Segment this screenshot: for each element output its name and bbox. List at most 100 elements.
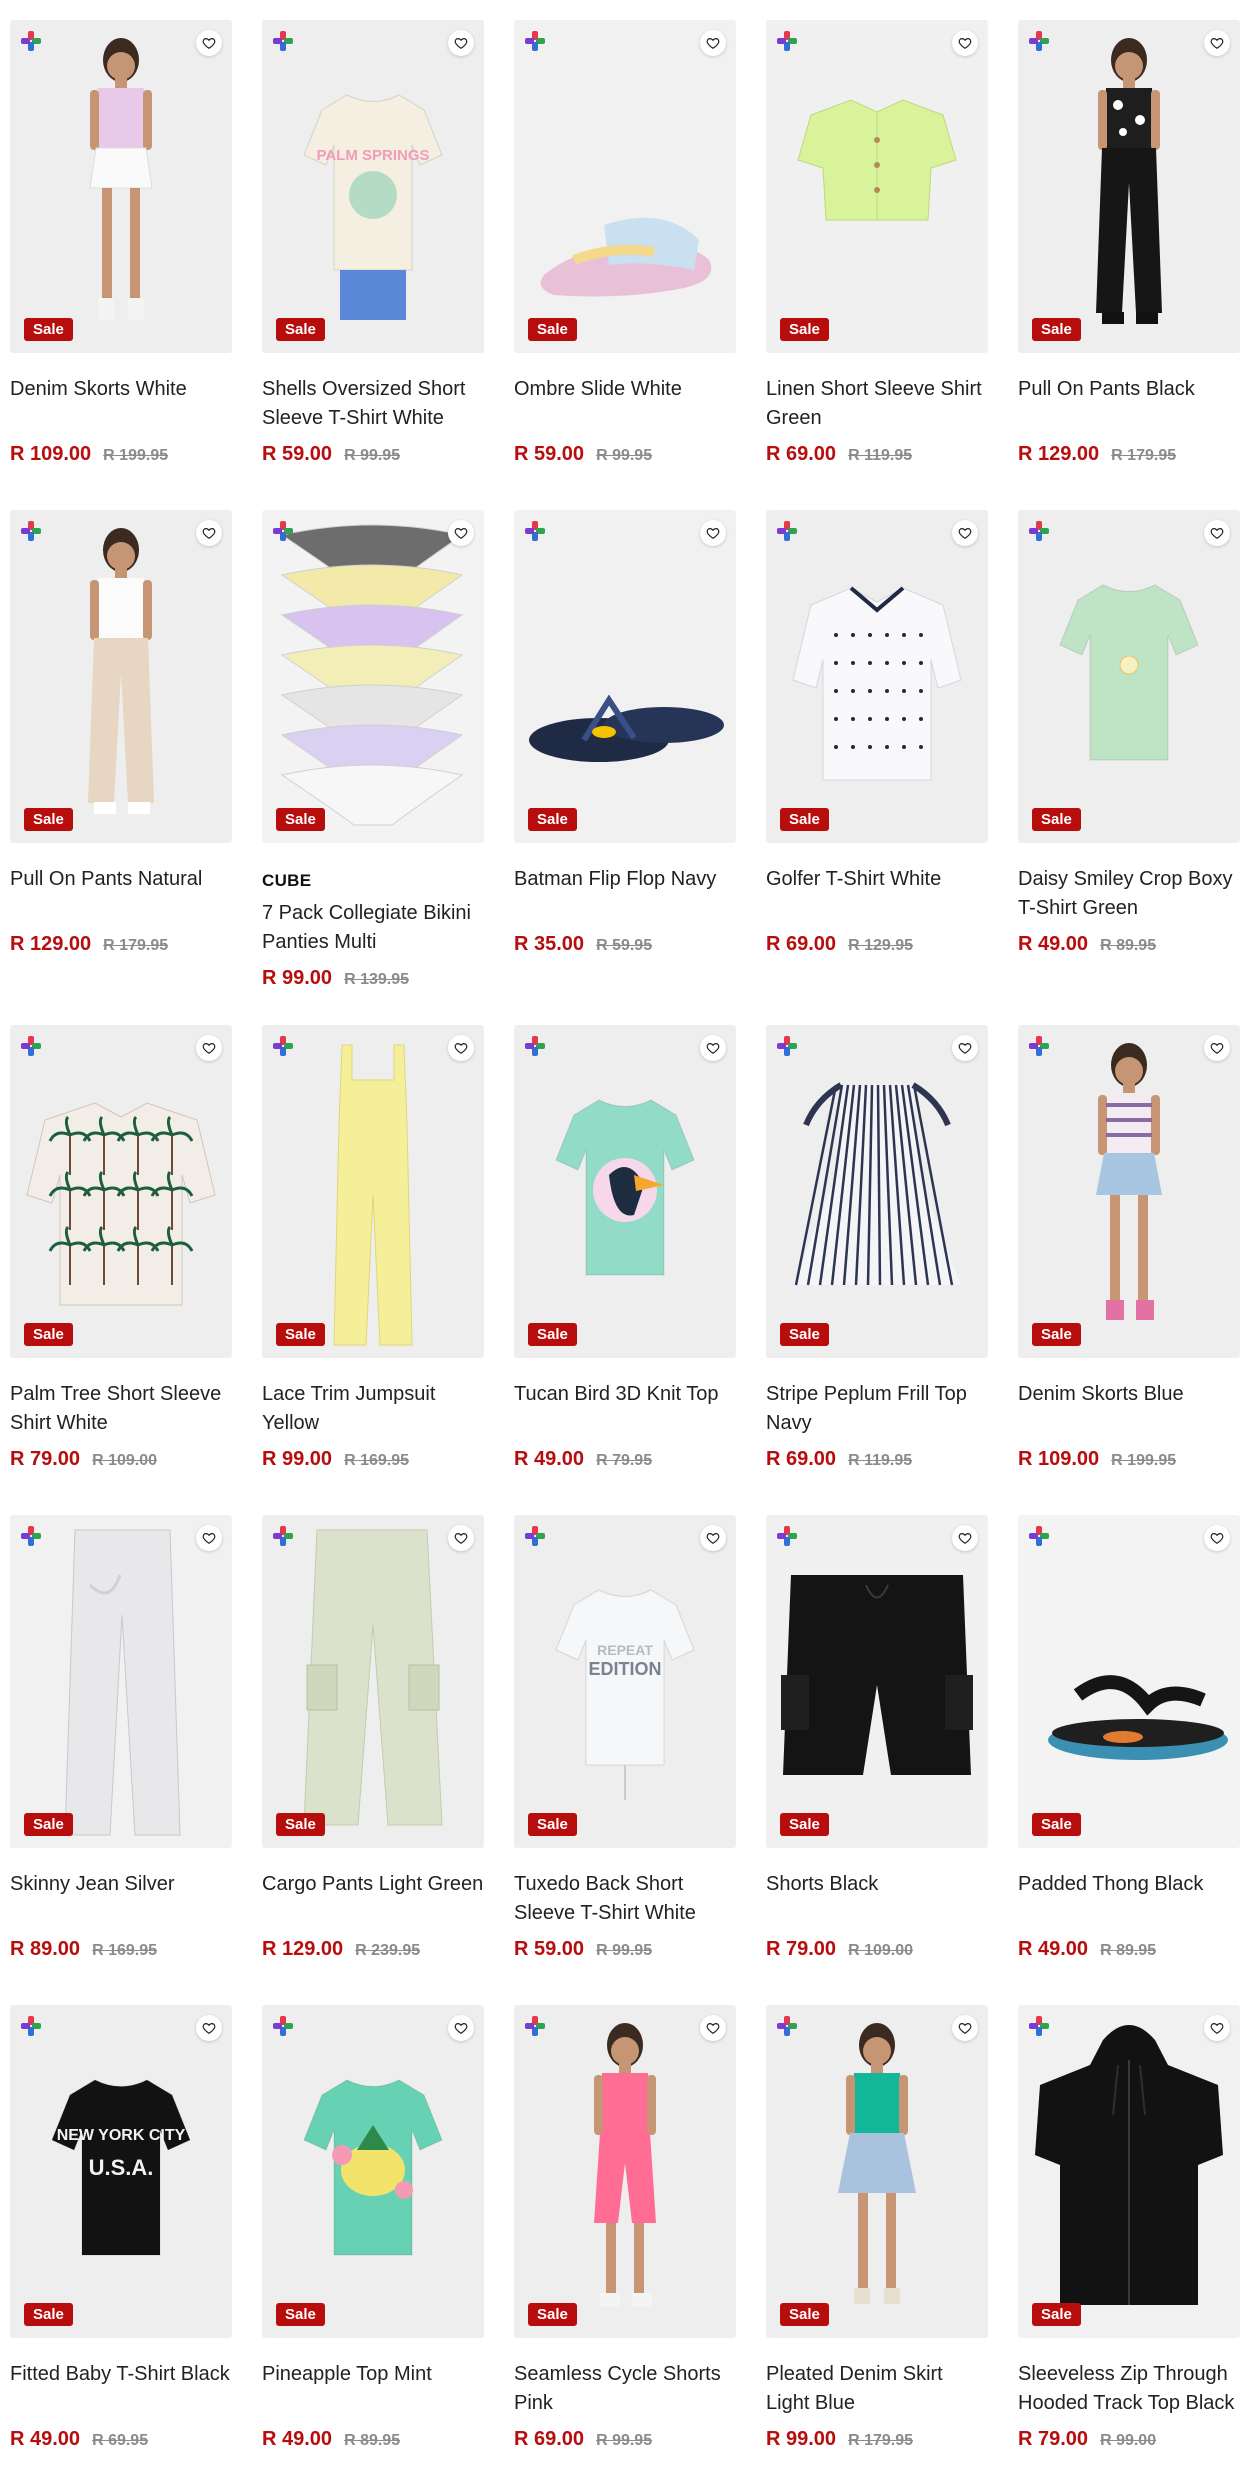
product-card[interactable]: Sale Pull On Pants Natural R 129.00 R 17… <box>10 510 232 956</box>
product-name[interactable]: Batman Flip Flop Navy <box>514 865 736 923</box>
wishlist-heart-icon[interactable] <box>196 1525 222 1551</box>
product-name[interactable]: Seamless Cycle Shorts Pink <box>514 2360 736 2418</box>
product-image[interactable]: Sale <box>766 1025 988 1358</box>
product-image[interactable]: REPEAT EDITION Sale <box>514 1515 736 1848</box>
wishlist-heart-icon[interactable] <box>448 520 474 546</box>
product-card[interactable]: Sale Seamless Cycle Shorts Pink R 69.00 … <box>514 2005 736 2451</box>
product-name[interactable]: Lace Trim Jumpsuit Yellow <box>262 1380 484 1438</box>
wishlist-heart-icon[interactable] <box>700 2015 726 2041</box>
wishlist-heart-icon[interactable] <box>196 30 222 56</box>
product-name[interactable]: Fitted Baby T-Shirt Black <box>10 2360 232 2418</box>
product-name[interactable]: Pull On Pants Natural <box>10 865 232 923</box>
wishlist-heart-icon[interactable] <box>700 1035 726 1061</box>
product-card[interactable]: Sale CUBE 7 Pack Collegiate Bikini Panti… <box>262 510 484 990</box>
wishlist-heart-icon[interactable] <box>448 1035 474 1061</box>
product-card[interactable]: Sale Pull On Pants Black R 129.00 R 179.… <box>1018 20 1240 466</box>
wishlist-heart-icon[interactable] <box>1204 30 1230 56</box>
product-card[interactable]: Sale Golfer T-Shirt White R 69.00 R 129.… <box>766 510 988 956</box>
product-image[interactable]: Sale <box>514 2005 736 2338</box>
product-name[interactable]: Golfer T-Shirt White <box>766 865 988 923</box>
product-card[interactable]: Sale Daisy Smiley Crop Boxy T-Shirt Gree… <box>1018 510 1240 956</box>
wishlist-heart-icon[interactable] <box>1204 1525 1230 1551</box>
product-name[interactable]: Ombre Slide White <box>514 375 736 433</box>
product-image[interactable]: Sale <box>1018 1025 1240 1358</box>
wishlist-heart-icon[interactable] <box>1204 1035 1230 1061</box>
product-image[interactable]: Sale <box>1018 1515 1240 1848</box>
wishlist-heart-icon[interactable] <box>952 520 978 546</box>
product-card[interactable]: NEW YORK CITY U.S.A. Sale Fitted Baby T-S… <box>10 2005 232 2451</box>
wishlist-heart-icon[interactable] <box>196 2015 222 2041</box>
product-card[interactable]: Sale Padded Thong Black R 49.00 R 89.95 <box>1018 1515 1240 1961</box>
product-image[interactable]: PALM SPRINGS Sale <box>262 20 484 353</box>
product-card[interactable]: Sale Denim Skorts Blue R 109.00 R 199.95 <box>1018 1025 1240 1471</box>
product-card[interactable]: Sale Cargo Pants Light Green R 129.00 R … <box>262 1515 484 1961</box>
product-image[interactable]: Sale <box>10 1515 232 1848</box>
product-name[interactable]: Tucan Bird 3D Knit Top <box>514 1380 736 1438</box>
product-image[interactable]: Sale <box>766 510 988 843</box>
product-name[interactable]: Cargo Pants Light Green <box>262 1870 484 1928</box>
product-image[interactable]: Sale <box>766 2005 988 2338</box>
product-card[interactable]: Sale Linen Short Sleeve Shirt Green R 69… <box>766 20 988 466</box>
wishlist-heart-icon[interactable] <box>196 1035 222 1061</box>
product-name[interactable]: Stripe Peplum Frill Top Navy <box>766 1380 988 1438</box>
product-card[interactable]: Sale Denim Skorts White R 109.00 R 199.9… <box>10 20 232 466</box>
product-name[interactable]: Sleeveless Zip Through Hooded Track Top … <box>1018 2360 1240 2418</box>
wishlist-heart-icon[interactable] <box>952 2015 978 2041</box>
product-image[interactable]: Sale <box>514 1025 736 1358</box>
wishlist-heart-icon[interactable] <box>448 2015 474 2041</box>
product-card[interactable]: Sale Pineapple Top Mint R 49.00 R 89.95 <box>262 2005 484 2451</box>
product-image[interactable]: Sale <box>10 1025 232 1358</box>
product-name[interactable]: Denim Skorts Blue <box>1018 1380 1240 1438</box>
product-name[interactable]: Denim Skorts White <box>10 375 232 433</box>
product-name[interactable]: 7 Pack Collegiate Bikini Panties Multi <box>262 899 484 957</box>
product-image[interactable]: Sale <box>1018 510 1240 843</box>
product-name[interactable]: Palm Tree Short Sleeve Shirt White <box>10 1380 232 1438</box>
product-image[interactable]: NEW YORK CITY U.S.A. Sale <box>10 2005 232 2338</box>
product-image[interactable]: Sale <box>262 1515 484 1848</box>
wishlist-heart-icon[interactable] <box>700 1525 726 1551</box>
wishlist-heart-icon[interactable] <box>952 1035 978 1061</box>
product-image[interactable]: Sale <box>262 510 484 843</box>
product-card[interactable]: Sale Pleated Denim Skirt Light Blue R 99… <box>766 2005 988 2451</box>
product-name[interactable]: Daisy Smiley Crop Boxy T-Shirt Green <box>1018 865 1240 923</box>
product-name[interactable]: Shorts Black <box>766 1870 988 1928</box>
product-card[interactable]: Sale Sleeveless Zip Through Hooded Track… <box>1018 2005 1240 2451</box>
product-image[interactable]: Sale <box>766 1515 988 1848</box>
product-name[interactable]: Pleated Denim Skirt Light Blue <box>766 2360 988 2418</box>
product-card[interactable]: Sale Ombre Slide White R 59.00 R 99.95 <box>514 20 736 466</box>
product-card[interactable]: PALM SPRINGS Sale Shells Oversized Short… <box>262 20 484 466</box>
wishlist-heart-icon[interactable] <box>1204 520 1230 546</box>
product-image[interactable]: Sale <box>766 20 988 353</box>
product-card[interactable]: Sale Batman Flip Flop Navy R 35.00 R 59.… <box>514 510 736 956</box>
product-name[interactable]: Padded Thong Black <box>1018 1870 1240 1928</box>
product-image[interactable]: Sale <box>1018 2005 1240 2338</box>
product-card[interactable]: Sale Shorts Black R 79.00 R 109.00 <box>766 1515 988 1961</box>
wishlist-heart-icon[interactable] <box>196 520 222 546</box>
product-image[interactable]: Sale <box>262 1025 484 1358</box>
product-card[interactable]: Sale Skinny Jean Silver R 89.00 R 169.95 <box>10 1515 232 1961</box>
product-name[interactable]: Tuxedo Back Short Sleeve T-Shirt White <box>514 1870 736 1928</box>
wishlist-heart-icon[interactable] <box>448 1525 474 1551</box>
product-card[interactable]: Sale Lace Trim Jumpsuit Yellow R 99.00 R… <box>262 1025 484 1471</box>
product-card[interactable]: Sale Stripe Peplum Frill Top Navy R 69.0… <box>766 1025 988 1471</box>
wishlist-heart-icon[interactable] <box>700 30 726 56</box>
product-image[interactable]: Sale <box>514 510 736 843</box>
product-image[interactable]: Sale <box>10 510 232 843</box>
product-name[interactable]: Shells Oversized Short Sleeve T-Shirt Wh… <box>262 375 484 433</box>
product-name[interactable]: Skinny Jean Silver <box>10 1870 232 1928</box>
product-name[interactable]: Pull On Pants Black <box>1018 375 1240 433</box>
wishlist-heart-icon[interactable] <box>1204 2015 1230 2041</box>
product-image[interactable]: Sale <box>1018 20 1240 353</box>
product-card[interactable]: Sale Palm Tree Short Sleeve Shirt White … <box>10 1025 232 1471</box>
product-image[interactable]: Sale <box>262 2005 484 2338</box>
wishlist-heart-icon[interactable] <box>952 30 978 56</box>
product-card[interactable]: Sale Tucan Bird 3D Knit Top R 49.00 R 79… <box>514 1025 736 1471</box>
product-image[interactable]: Sale <box>514 20 736 353</box>
product-image[interactable]: Sale <box>10 20 232 353</box>
product-card[interactable]: REPEAT EDITION Sale Tuxedo Back Short Sle… <box>514 1515 736 1961</box>
product-name[interactable]: Pineapple Top Mint <box>262 2360 484 2418</box>
product-name[interactable]: Linen Short Sleeve Shirt Green <box>766 375 988 433</box>
wishlist-heart-icon[interactable] <box>952 1525 978 1551</box>
wishlist-heart-icon[interactable] <box>448 30 474 56</box>
wishlist-heart-icon[interactable] <box>700 520 726 546</box>
